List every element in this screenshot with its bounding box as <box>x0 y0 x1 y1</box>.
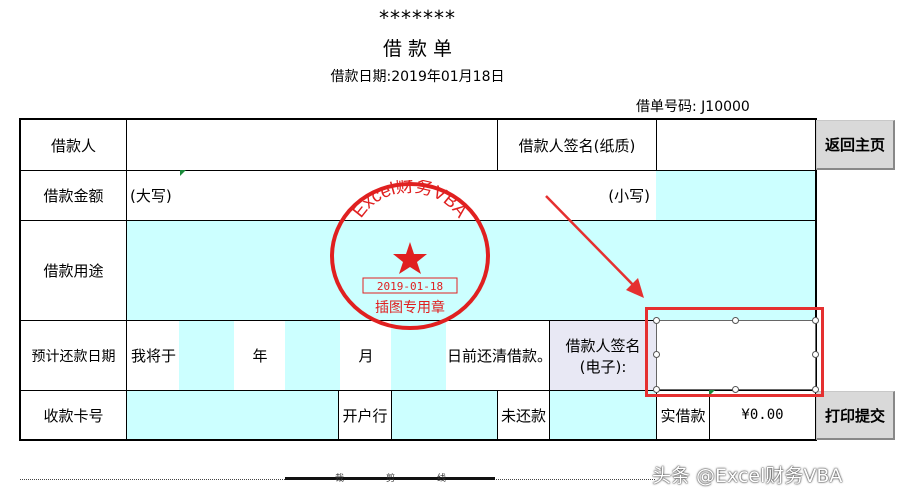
annotation-arrow <box>545 195 644 298</box>
year-label: 年 <box>234 320 286 391</box>
resize-handle[interactable] <box>812 317 819 324</box>
stars-heading: ******* <box>379 6 456 30</box>
repay-prefix: 我将于 <box>126 320 180 391</box>
resize-handle[interactable] <box>732 317 739 324</box>
bank-input[interactable] <box>391 390 498 440</box>
borrower-input[interactable] <box>126 119 498 171</box>
star-icon <box>393 242 427 274</box>
card-number-label: 收款卡号 <box>20 390 127 440</box>
paper-signature-label: 借款人签名(纸质) <box>497 119 657 171</box>
seal-arc-text: Excel财务VBA <box>348 180 471 221</box>
amount-uppercase-label: (大写) <box>130 187 172 205</box>
repay-year-input[interactable] <box>179 320 235 391</box>
actual-loan-label: 实借款 <box>656 390 710 440</box>
resize-handle[interactable] <box>653 386 660 393</box>
resize-handle[interactable] <box>732 386 739 393</box>
resize-handle[interactable] <box>653 351 660 358</box>
resize-handle[interactable] <box>812 386 819 393</box>
comment-marker <box>180 170 186 176</box>
selected-image-frame[interactable] <box>656 320 816 390</box>
cut-line-label: 裁 剪 线 <box>335 474 455 484</box>
borrower-label: 借款人 <box>20 119 127 171</box>
watermark: 头条 @Excel财务VBA <box>652 465 843 487</box>
seal-stamp: Excel财务VBA 2019-01-18 插图专用章 <box>330 180 490 330</box>
unpaid-value[interactable] <box>549 390 657 440</box>
paper-signature-field[interactable] <box>656 119 816 171</box>
electronic-signature-label: 借款人签名 (电子): <box>549 320 657 391</box>
repay-date-label: 预计还款日期 <box>20 320 127 391</box>
amount-lowercase-input[interactable] <box>656 170 816 221</box>
esign-label-line2: (电子): <box>579 357 627 376</box>
card-number-input[interactable] <box>126 390 339 440</box>
actual-loan-value: ¥0.00 <box>709 390 816 440</box>
document-number: 借单号码: J10000 <box>636 99 750 115</box>
resize-handle[interactable] <box>653 317 660 324</box>
print-submit-button[interactable]: 打印提交 <box>816 391 895 440</box>
purpose-label: 借款用途 <box>20 220 127 321</box>
bank-label: 开户行 <box>338 390 392 440</box>
amount-label: 借款金额 <box>20 170 127 221</box>
page-title: 借 款 单 <box>382 38 453 60</box>
return-home-button[interactable]: 返回主页 <box>816 120 895 170</box>
esign-label-line1: 借款人签名 <box>565 336 641 355</box>
resize-handle[interactable] <box>812 351 819 358</box>
seal-date: 2019-01-18 <box>377 280 443 293</box>
loan-date: 借款日期:2019年01月18日 <box>330 69 505 85</box>
seal-caption: 插图专用章 <box>375 299 445 316</box>
unpaid-label: 未还款 <box>497 390 550 440</box>
